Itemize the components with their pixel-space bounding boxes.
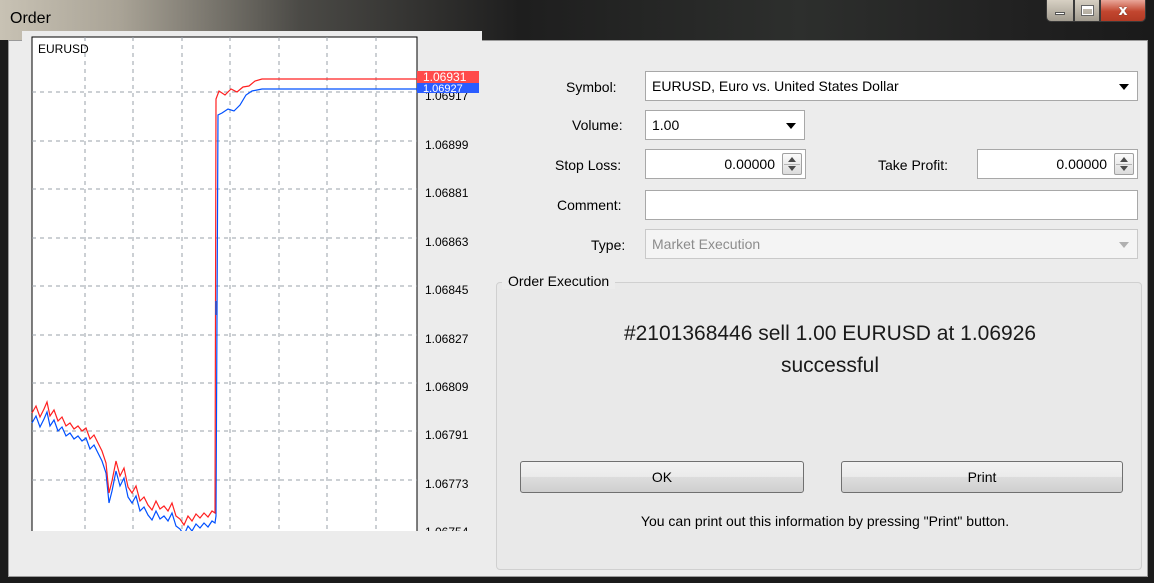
price-label: 1.06791 bbox=[425, 428, 469, 442]
maximize-button[interactable] bbox=[1074, 0, 1100, 22]
stop-loss-value: 0.00000 bbox=[724, 156, 775, 172]
spin-down-icon bbox=[1120, 166, 1128, 171]
volume-value: 1.00 bbox=[652, 117, 680, 133]
minimize-button[interactable] bbox=[1046, 0, 1074, 22]
chevron-down-icon bbox=[1119, 242, 1129, 248]
stop-loss-spinner[interactable] bbox=[782, 153, 802, 175]
execution-status: successful bbox=[780, 354, 880, 377]
execution-message: #2101368446 sell 1.00 EURUSD at 1.06926 bbox=[623, 322, 1037, 345]
price-label: 1.06899 bbox=[425, 138, 469, 152]
spin-down-icon bbox=[788, 166, 796, 171]
close-icon: x bbox=[1118, 2, 1128, 19]
comment-input[interactable] bbox=[645, 190, 1138, 220]
window-title: Order bbox=[10, 10, 51, 27]
type-label: Type: bbox=[591, 237, 626, 253]
execution-result: #2101368446 sell 1.00 EURUSD at 1.06926 … bbox=[540, 318, 1120, 382]
price-label: 1.06773 bbox=[425, 477, 469, 491]
price-label: 1.06881 bbox=[425, 186, 469, 200]
symbol-select[interactable]: EURUSD, Euro vs. United States Dollar bbox=[645, 71, 1138, 101]
take-profit-label: Take Profit: bbox=[878, 157, 949, 173]
stop-loss-label: Stop Loss: bbox=[555, 157, 622, 173]
take-profit-field[interactable]: 0.00000 bbox=[977, 149, 1138, 179]
chart-symbol-label: EURUSD bbox=[38, 42, 89, 56]
chevron-down-icon bbox=[786, 123, 796, 129]
spin-divider bbox=[784, 164, 800, 165]
take-profit-value: 0.00000 bbox=[1056, 156, 1107, 172]
volume-select[interactable]: 1.00 bbox=[645, 110, 805, 140]
type-select: Market Execution bbox=[645, 229, 1138, 259]
window-controls: x bbox=[1046, 0, 1146, 22]
price-label: 1.06863 bbox=[425, 235, 469, 249]
order-window: Order x 1.06917 1.06899 1.06881 1.06863 1.06… bbox=[0, 0, 1154, 583]
ask-badge: 1.06931 bbox=[423, 70, 467, 84]
trade-marker bbox=[215, 301, 217, 315]
type-value: Market Execution bbox=[652, 236, 761, 252]
window-frame-left bbox=[0, 40, 8, 583]
volume-label: Volume: bbox=[572, 117, 623, 133]
price-label: 1.06809 bbox=[425, 380, 469, 394]
chart-canvas: 1.069171.068991.068811.068631.068451.068… bbox=[22, 31, 482, 531]
price-label: 1.06754 bbox=[425, 525, 469, 531]
print-button[interactable]: Print bbox=[841, 461, 1123, 493]
symbol-label: Symbol: bbox=[566, 79, 617, 95]
bid-badge: 1.06927 bbox=[423, 83, 463, 95]
chevron-down-icon bbox=[1119, 84, 1129, 90]
maximize-icon bbox=[1080, 5, 1094, 16]
stop-loss-field[interactable]: 0.00000 bbox=[645, 149, 806, 179]
symbol-value: EURUSD, Euro vs. United States Dollar bbox=[652, 78, 899, 94]
print-hint: You can print out this information by pr… bbox=[640, 513, 1010, 529]
spin-up-icon bbox=[1120, 157, 1128, 162]
spin-up-icon bbox=[788, 157, 796, 162]
tick-chart: 1.06917 1.06899 1.06881 1.06863 1.06845 1.068… bbox=[22, 31, 482, 531]
price-label: 1.06845 bbox=[425, 283, 469, 297]
order-execution-label: Order Execution bbox=[502, 273, 616, 289]
comment-label: Comment: bbox=[557, 197, 622, 213]
minimize-icon bbox=[1055, 12, 1065, 15]
spin-divider bbox=[1116, 164, 1132, 165]
ok-button[interactable]: OK bbox=[520, 461, 804, 493]
take-profit-spinner[interactable] bbox=[1114, 153, 1134, 175]
close-button[interactable]: x bbox=[1100, 0, 1146, 22]
window-frame-bottom bbox=[0, 577, 1154, 583]
price-label: 1.06827 bbox=[425, 332, 469, 346]
